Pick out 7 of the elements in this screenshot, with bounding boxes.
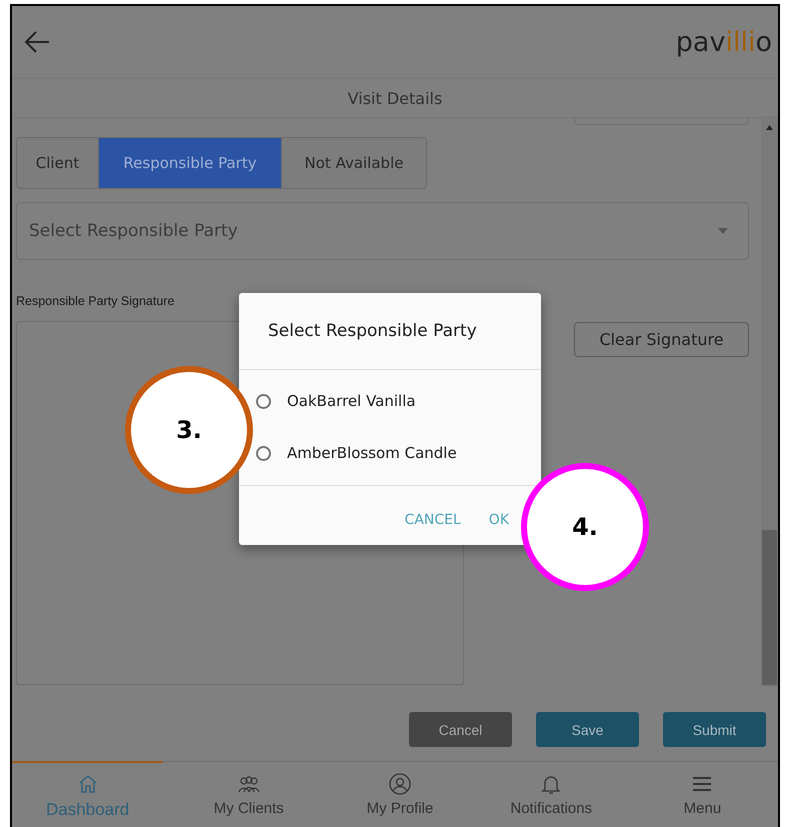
page-title: Visit Details [348,88,442,108]
callout-number: 3. [176,416,202,444]
callout-number: 4. [572,513,598,541]
signature-label: Responsible Party Signature [16,294,176,308]
dialog-title: Select Responsible Party [239,293,541,370]
logo: pavillio [676,26,772,58]
select-placeholder: Select Responsible Party [29,221,238,241]
